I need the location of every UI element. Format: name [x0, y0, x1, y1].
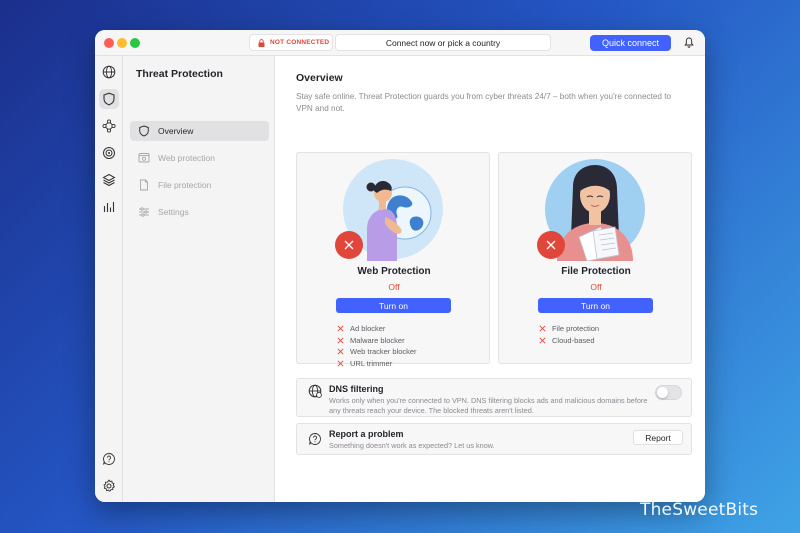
dns-globe-icon [308, 384, 322, 398]
subnav-item-file-protection[interactable]: File protection [130, 175, 269, 195]
toggle-knob [657, 387, 668, 398]
stats-icon[interactable] [99, 197, 119, 217]
list-item: Cloud-based [539, 335, 599, 347]
shield-icon [139, 125, 149, 137]
card-title: File Protection [561, 266, 631, 277]
globe-icon[interactable] [99, 62, 119, 82]
feature-label: Cloud-based [552, 335, 595, 345]
sliders-icon [139, 207, 149, 217]
file-icon [140, 179, 148, 191]
shield-icon[interactable] [99, 89, 119, 109]
dns-title: DNS filtering [329, 384, 384, 394]
subnav-item-label: Web protection [158, 153, 216, 163]
subnav-item-label: Overview [158, 126, 194, 136]
titlebar: NOT CONNECTED Connect now or pick a coun… [95, 30, 705, 56]
browser-icon [138, 153, 150, 163]
dns-filtering-toggle[interactable] [655, 385, 682, 400]
country-search-placeholder: Connect now or pick a country [385, 37, 501, 48]
file-protection-card: File Protection Off Turn on File protect… [498, 152, 692, 364]
list-item: Malware blocker [337, 335, 417, 347]
report-title: Report a problem [329, 429, 404, 439]
card-status: Off [388, 282, 400, 292]
list-item: Ad blocker [337, 323, 417, 335]
page-description: Stay safe online. Threat Protection guar… [296, 92, 672, 113]
page-title: Overview [296, 72, 343, 84]
report-description: Something doesn't work as expected? Let … [329, 441, 495, 450]
file-feature-list: File protection Cloud-based [539, 323, 599, 346]
feature-label: File protection [552, 324, 600, 334]
icon-rail [95, 56, 123, 502]
settings-icon[interactable] [99, 476, 119, 496]
turn-on-file-protection-button[interactable]: Turn on [538, 298, 653, 313]
off-status-badge [335, 231, 363, 259]
dns-filtering-panel: DNS filtering Works only when you're con… [296, 378, 692, 417]
app-window: NOT CONNECTED Connect now or pick a coun… [95, 30, 705, 502]
close-icon [546, 240, 556, 250]
layers-icon[interactable] [99, 170, 119, 190]
feature-label: URL trimmer [350, 358, 393, 368]
close-icon [344, 240, 354, 250]
main-content: Overview Stay safe online. Threat Protec… [275, 56, 705, 502]
threat-protection-nav: Threat Protection Overview Web protectio… [123, 56, 275, 502]
list-item: URL trimmer [337, 358, 417, 370]
bell-icon[interactable] [684, 37, 694, 48]
subnav-item-overview[interactable]: Overview [130, 121, 269, 141]
subnav-item-label: Settings [158, 207, 189, 217]
subnav-title: Threat Protection [136, 68, 223, 80]
target-icon[interactable] [99, 143, 119, 163]
country-search-field[interactable]: Connect now or pick a country [335, 34, 551, 51]
list-item: Web tracker blocker [337, 346, 417, 358]
card-status: Off [590, 282, 602, 292]
quick-connect-label: Quick connect [601, 38, 660, 48]
x-mark-icon [337, 360, 344, 367]
connection-status-label: NOT CONNECTED [270, 39, 330, 46]
feature-label: Web tracker blocker [350, 347, 417, 357]
dns-description: Works only when you're connected to VPN.… [329, 396, 648, 415]
x-mark-icon [337, 325, 344, 332]
x-mark-icon [539, 325, 546, 332]
subnav-item-settings[interactable]: Settings [130, 202, 269, 222]
connection-status: NOT CONNECTED [249, 34, 333, 51]
web-feature-list: Ad blocker Malware blocker Web tracker b… [337, 323, 417, 369]
meshnet-icon[interactable] [99, 116, 119, 136]
report-button-label: Report [645, 432, 671, 443]
button-label: Turn on [581, 300, 610, 311]
button-label: Turn on [379, 300, 408, 311]
list-item: File protection [539, 323, 599, 335]
watermark: TheSweetBits [640, 500, 759, 520]
help-icon [309, 433, 321, 445]
subnav-item-web-protection[interactable]: Web protection [130, 148, 269, 168]
lock-icon [258, 38, 265, 47]
feature-label: Malware blocker [350, 335, 405, 345]
minimize-window-button[interactable] [117, 38, 127, 48]
off-status-badge [537, 231, 565, 259]
x-mark-icon [337, 348, 344, 355]
close-window-button[interactable] [104, 38, 114, 48]
card-title: Web Protection [357, 266, 431, 277]
report-button[interactable]: Report [633, 430, 683, 445]
feature-label: Ad blocker [350, 324, 386, 334]
x-mark-icon [337, 337, 344, 344]
subnav-item-label: File protection [158, 180, 212, 190]
turn-on-web-protection-button[interactable]: Turn on [336, 298, 451, 313]
zoom-window-button[interactable] [130, 38, 140, 48]
web-protection-card: Web Protection Off Turn on Ad blocker Ma… [296, 152, 490, 368]
x-mark-icon [539, 337, 546, 344]
help-icon[interactable] [99, 449, 119, 469]
quick-connect-button[interactable]: Quick connect [590, 35, 671, 51]
report-problem-panel: Report a problem Something doesn't work … [296, 423, 692, 455]
